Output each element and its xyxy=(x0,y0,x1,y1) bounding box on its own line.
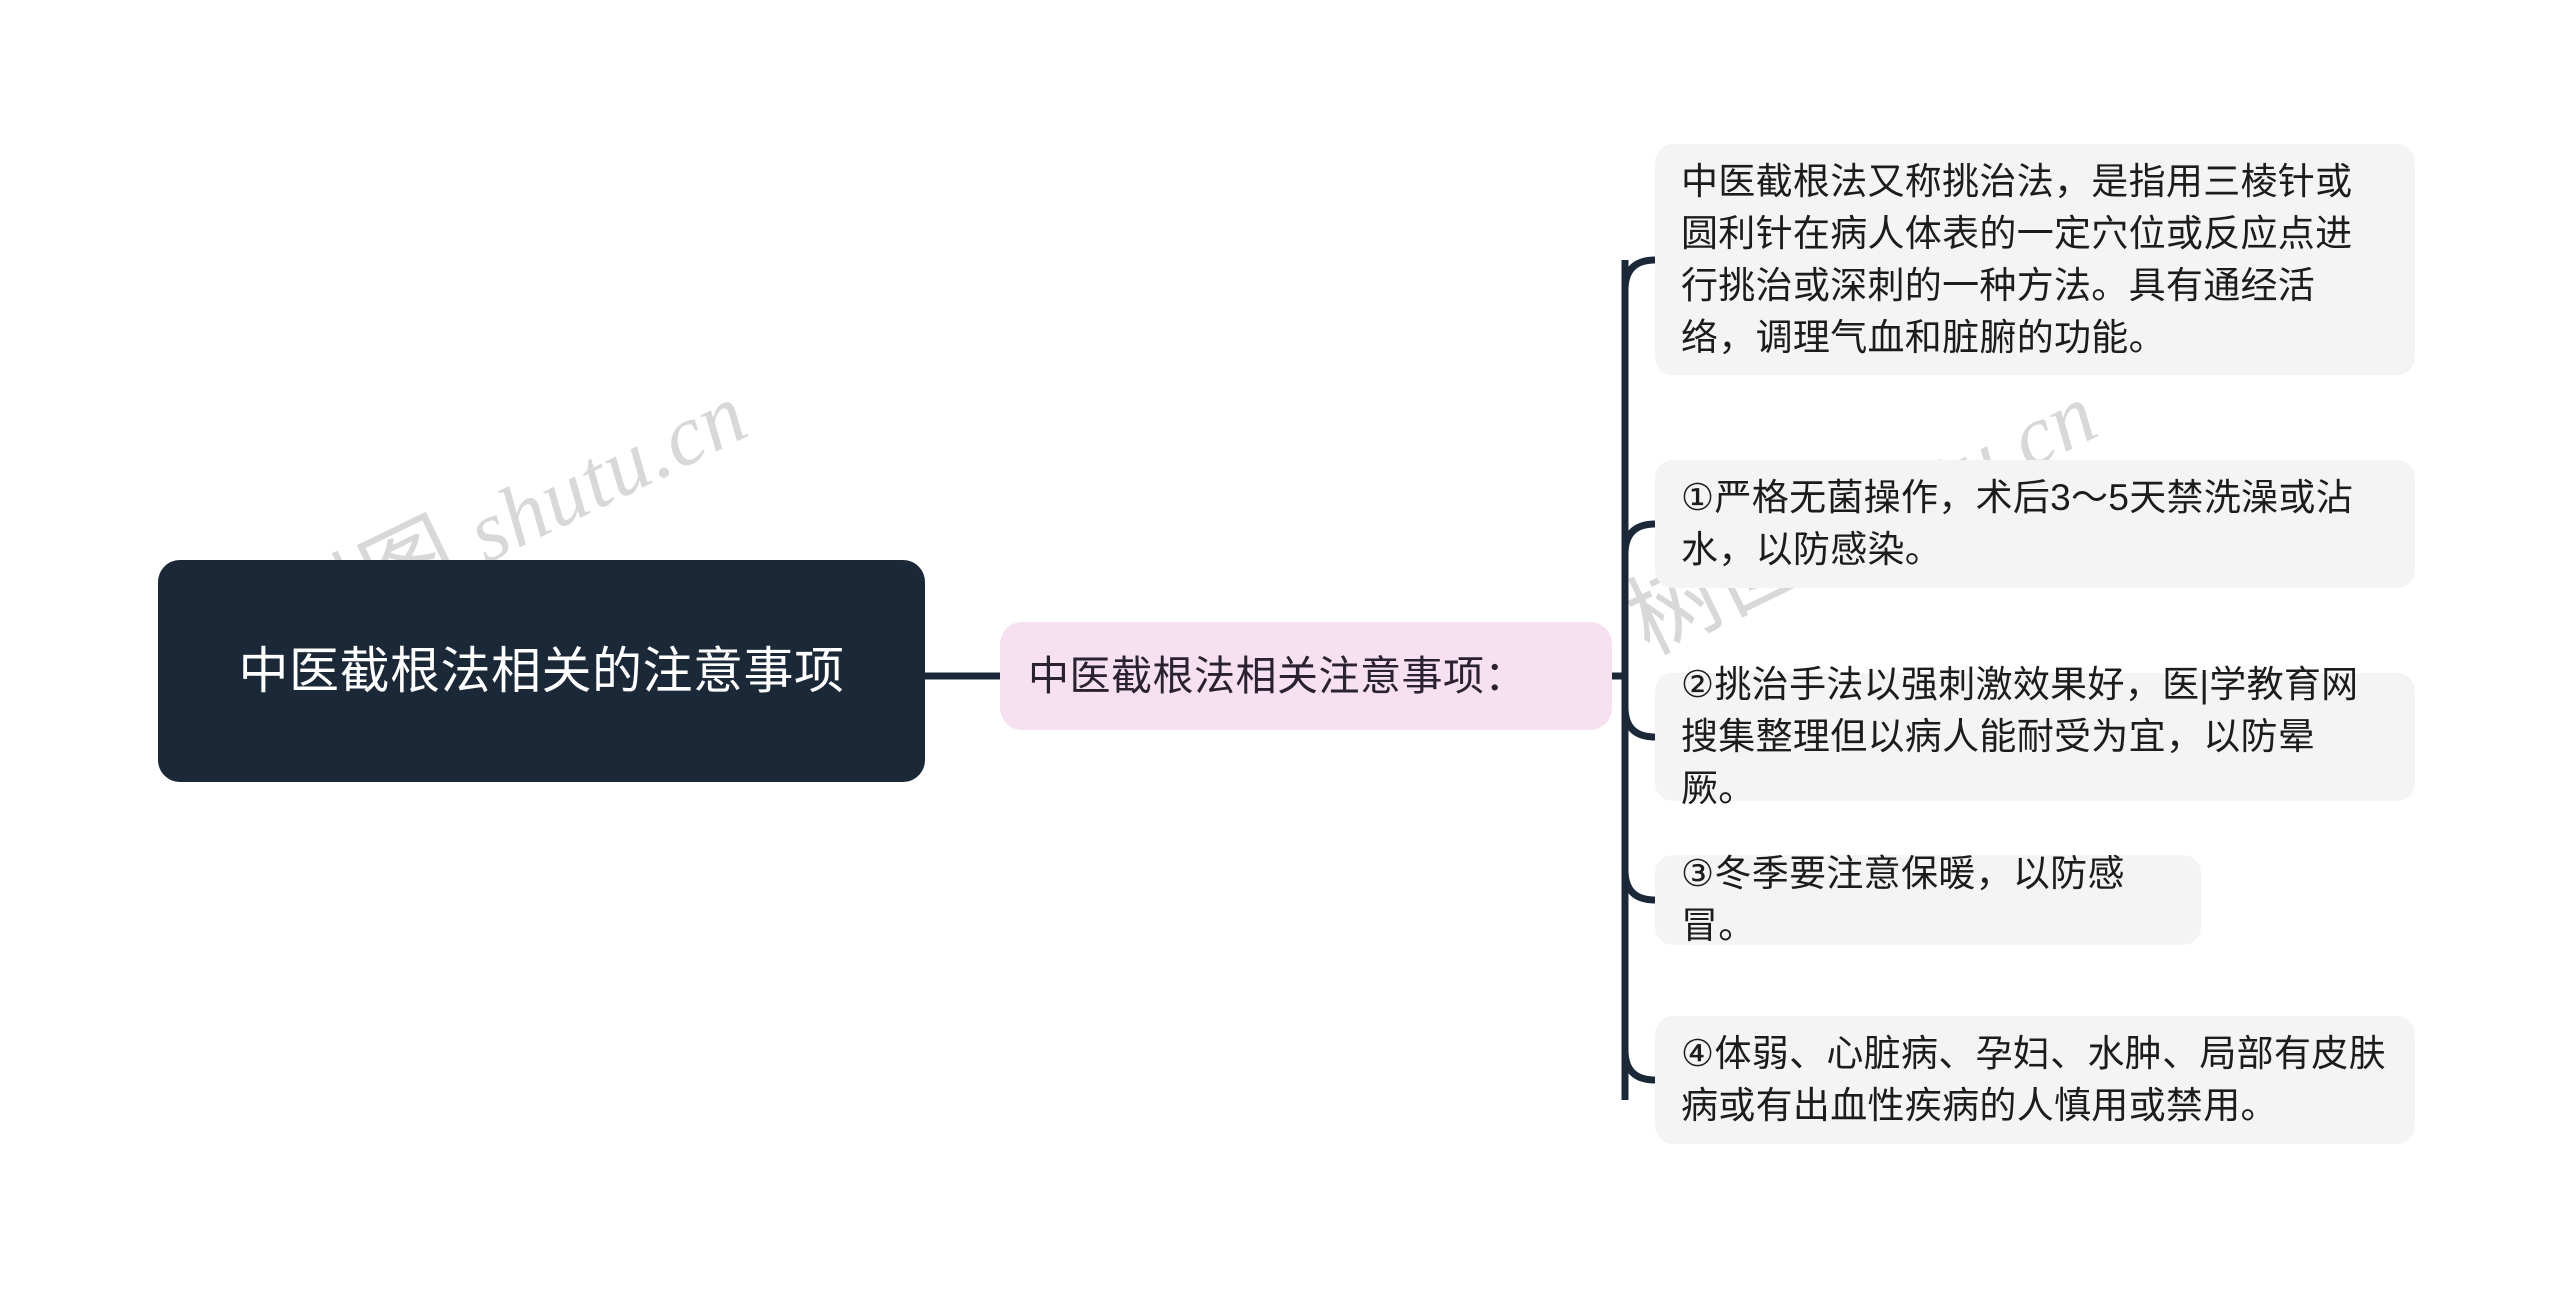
root-node[interactable]: 中医截根法相关的注意事项 xyxy=(158,560,925,782)
connector-trunk-to-leaf-0 xyxy=(1621,256,1659,294)
leaf-node-label: ④体弱、心脏病、孕妇、水肿、局部有皮肤病或有出血性疾病的人慎用或禁用。 xyxy=(1681,1033,2386,1126)
leaf-node-item-1[interactable]: ①严格无菌操作，术后3～5天禁洗澡或沾水，以防感染。 xyxy=(1655,460,2415,588)
connector-trunk-to-leaf-4 xyxy=(1621,1046,1659,1084)
leaf-node-label: ②挑治手法以强刺激效果好，医|学教育网搜集整理但以病人能耐受为宜，以防晕厥。 xyxy=(1681,664,2359,809)
connector-trunk-to-leaf-1 xyxy=(1621,520,1659,558)
root-node-label: 中医截根法相关的注意事项 xyxy=(238,643,845,699)
leaf-node-item-3[interactable]: ③冬季要注意保暖，以防感冒。 xyxy=(1655,853,2201,946)
branch-node[interactable]: 中医截根法相关注意事项： xyxy=(1000,622,1612,730)
leaf-node-item-2[interactable]: ②挑治手法以强刺激效果好，医|学教育网搜集整理但以病人能耐受为宜，以防晕厥。 xyxy=(1655,664,2415,809)
branch-node-label: 中医截根法相关注意事项： xyxy=(1028,653,1526,699)
leaf-node-label: 中医截根法又称挑治法，是指用三棱针或圆利针在病人体表的一定穴位或反应点进行挑治或… xyxy=(1681,160,2353,358)
leaf-node-label: ①严格无菌操作，术后3～5天禁洗澡或沾水，以防感染。 xyxy=(1681,477,2354,570)
connector-trunk-to-leaf-3 xyxy=(1621,866,1659,904)
leaf-node-label: ③冬季要注意保暖，以防感冒。 xyxy=(1681,853,2125,946)
mindmap-canvas: 树图 shutu.cn 树图 shutu.cn 中医截根法相关的注意事项 中医截… xyxy=(0,0,2560,1295)
connector-trunk-to-leaf-2 xyxy=(1621,703,1659,741)
leaf-node-item-4[interactable]: ④体弱、心脏病、孕妇、水肿、局部有皮肤病或有出血性疾病的人慎用或禁用。 xyxy=(1655,1016,2415,1144)
leaf-node-description[interactable]: 中医截根法又称挑治法，是指用三棱针或圆利针在病人体表的一定穴位或反应点进行挑治或… xyxy=(1655,144,2415,375)
watermark-latin-text: shutu.cn xyxy=(431,364,762,591)
